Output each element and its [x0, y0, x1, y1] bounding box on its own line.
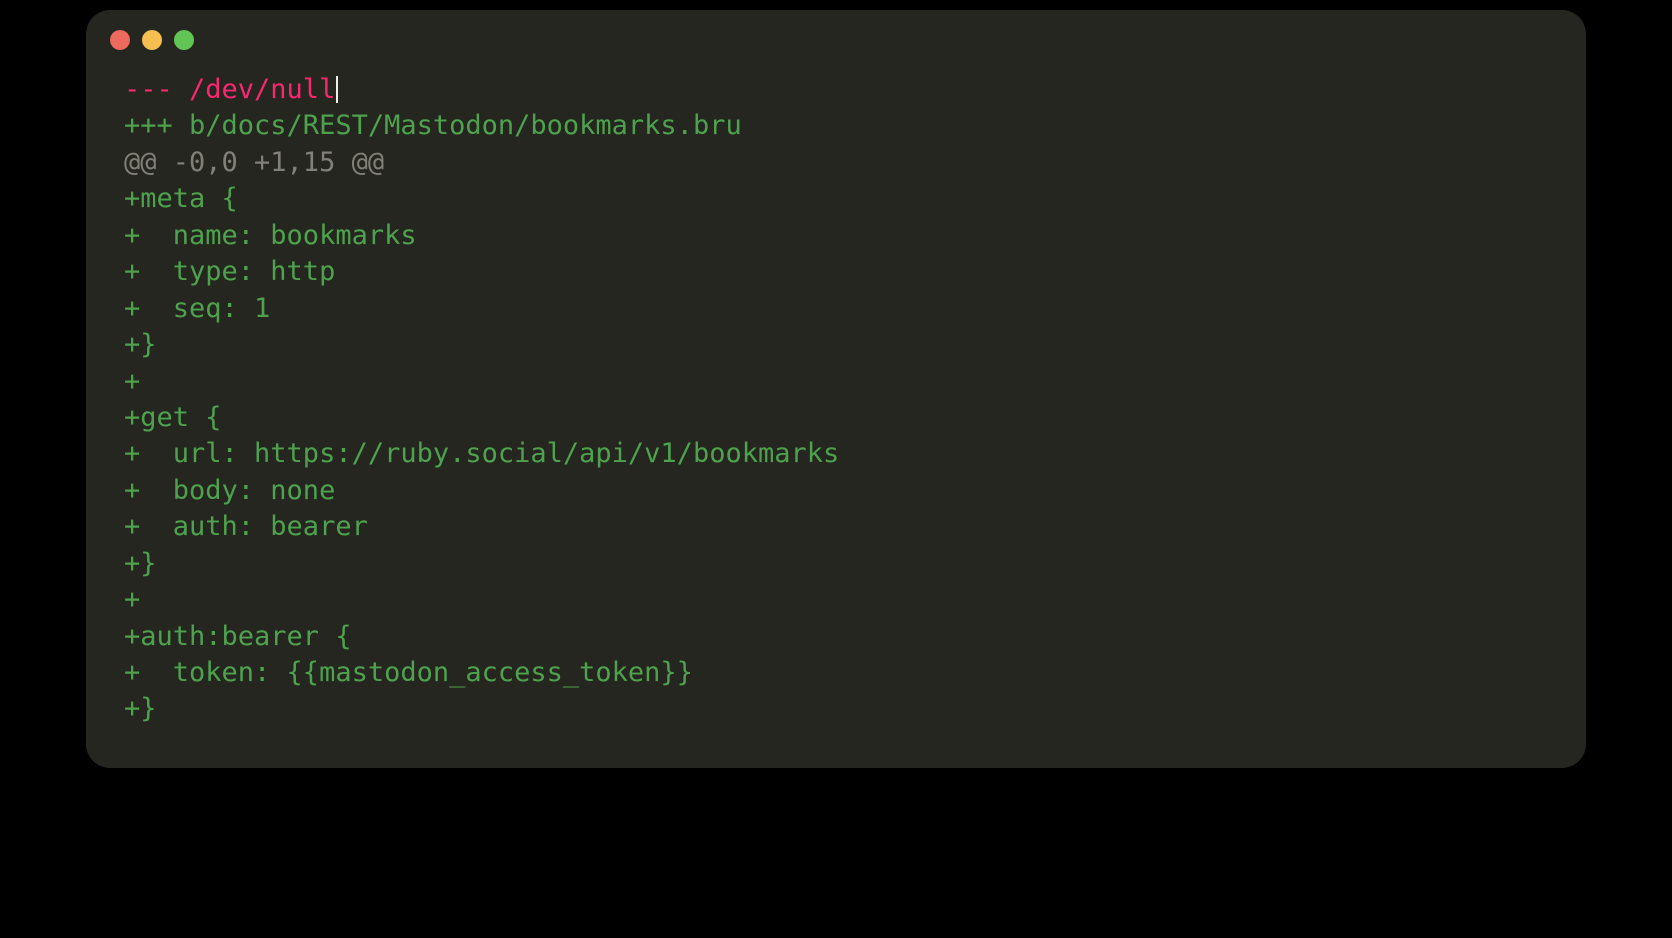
diff-line: @@ -0,0 +1,15 @@ — [124, 145, 1548, 181]
diff-line: +} — [124, 691, 1548, 727]
diff-line: +get { — [124, 400, 1548, 436]
diff-line: + auth: bearer — [124, 509, 1548, 545]
diff-line: + name: bookmarks — [124, 218, 1548, 254]
diff-line: + — [124, 582, 1548, 618]
diff-line: +} — [124, 546, 1548, 582]
diff-line: +auth:bearer { — [124, 619, 1548, 655]
close-icon[interactable] — [110, 30, 130, 50]
zoom-icon[interactable] — [174, 30, 194, 50]
minimize-icon[interactable] — [142, 30, 162, 50]
diff-line: + body: none — [124, 473, 1548, 509]
diff-line: + token: {{mastodon_access_token}} — [124, 655, 1548, 691]
diff-line: +++ b/docs/REST/Mastodon/bookmarks.bru — [124, 108, 1548, 144]
diff-line: + seq: 1 — [124, 291, 1548, 327]
text-cursor — [336, 76, 338, 103]
diff-line: + url: https://ruby.social/api/v1/bookma… — [124, 436, 1548, 472]
diff-line: +} — [124, 327, 1548, 363]
diff-line: --- /dev/null — [124, 72, 1548, 108]
terminal-window: --- /dev/null+++ b/docs/REST/Mastodon/bo… — [86, 10, 1586, 768]
diff-line: +meta { — [124, 181, 1548, 217]
diff-content: --- /dev/null+++ b/docs/REST/Mastodon/bo… — [86, 60, 1586, 768]
window-titlebar — [86, 10, 1586, 60]
diff-line: + — [124, 364, 1548, 400]
diff-line: + type: http — [124, 254, 1548, 290]
